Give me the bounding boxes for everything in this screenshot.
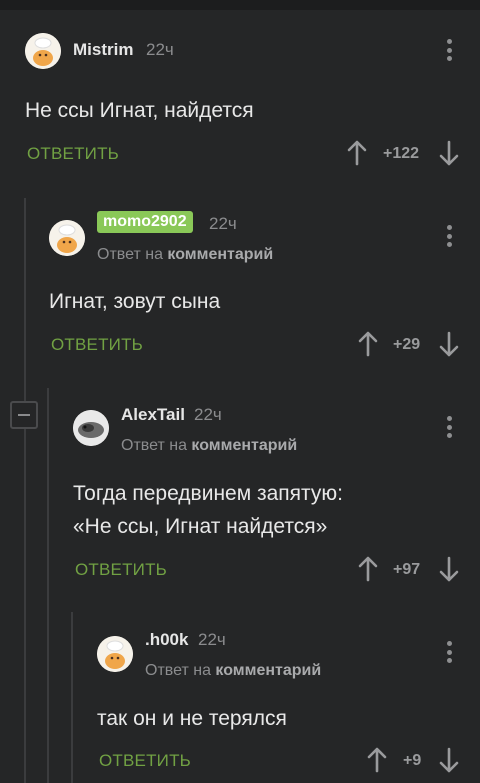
comment-text: так он и не терялся — [97, 707, 287, 730]
comment-text-line: Тогда передвинем запятую: — [73, 482, 343, 505]
username[interactable]: .h00k — [145, 630, 188, 650]
avatar-chef-icon — [49, 220, 85, 256]
kebab-menu-icon[interactable] — [446, 39, 452, 61]
timestamp: 22ч — [194, 405, 222, 424]
score: +122 — [383, 145, 420, 162]
arrow-down-icon[interactable] — [438, 556, 460, 582]
reply-to-prefix: Ответ на — [145, 662, 211, 679]
comment-text: Игнат, зовут сына — [49, 290, 221, 313]
thread-line-level2[interactable] — [47, 388, 49, 783]
arrow-down-icon[interactable] — [438, 140, 460, 166]
avatar-photo-icon — [73, 410, 109, 446]
arrow-down-icon[interactable] — [438, 331, 460, 357]
avatar[interactable] — [49, 220, 85, 256]
avatar[interactable] — [73, 410, 109, 446]
score: +29 — [393, 336, 421, 353]
reply-to-line: Ответ на комментарий — [121, 437, 297, 455]
reply-button[interactable]: ОТВЕТИТЬ — [99, 751, 191, 771]
collapse-icon — [18, 414, 30, 416]
comment-text: Тогда передвинем запятую: «Не ссы, Игнат… — [73, 477, 343, 543]
score: +9 — [403, 752, 422, 769]
avatar[interactable] — [97, 636, 133, 672]
username[interactable]: Mistrim — [73, 40, 133, 60]
arrow-up-icon[interactable] — [346, 140, 368, 166]
username[interactable]: AlexTail — [121, 405, 185, 425]
timestamp: 22ч — [198, 630, 226, 649]
comment-text-line: «Не ссы, Игнат найдется» — [73, 515, 328, 538]
reply-to-line: Ответ на комментарий — [97, 246, 273, 264]
avatar-chef-icon — [97, 636, 133, 672]
timestamp: 22ч — [146, 40, 174, 59]
previous-content-edge — [0, 0, 480, 10]
collapse-thread-button[interactable] — [10, 401, 38, 429]
kebab-menu-icon[interactable] — [446, 225, 452, 247]
reply-button[interactable]: ОТВЕТИТЬ — [51, 335, 143, 355]
reply-button[interactable]: ОТВЕТИТЬ — [75, 560, 167, 580]
reply-button[interactable]: ОТВЕТИТЬ — [27, 144, 119, 164]
reply-to-link[interactable]: комментарий — [167, 246, 273, 263]
username[interactable]: momo2902 — [97, 211, 193, 233]
reply-to-prefix: Ответ на — [97, 246, 163, 263]
reply-to-line: Ответ на комментарий — [145, 662, 321, 680]
avatar-chef-icon — [25, 33, 61, 69]
comment-text: Не ссы Игнат, найдется — [25, 99, 254, 122]
avatar[interactable] — [25, 33, 61, 69]
score: +97 — [393, 561, 421, 578]
kebab-menu-icon[interactable] — [446, 416, 452, 438]
arrow-up-icon[interactable] — [366, 747, 388, 773]
arrow-up-icon[interactable] — [357, 331, 379, 357]
reply-to-link[interactable]: комментарий — [191, 437, 297, 454]
reply-to-prefix: Ответ на — [121, 437, 187, 454]
thread-line-level1[interactable] — [24, 198, 26, 783]
arrow-down-icon[interactable] — [438, 747, 460, 773]
thread-line-level3[interactable] — [71, 612, 73, 783]
timestamp: 22ч — [209, 214, 237, 233]
arrow-up-icon[interactable] — [357, 556, 379, 582]
kebab-menu-icon[interactable] — [446, 641, 452, 663]
reply-to-link[interactable]: комментарий — [215, 662, 321, 679]
